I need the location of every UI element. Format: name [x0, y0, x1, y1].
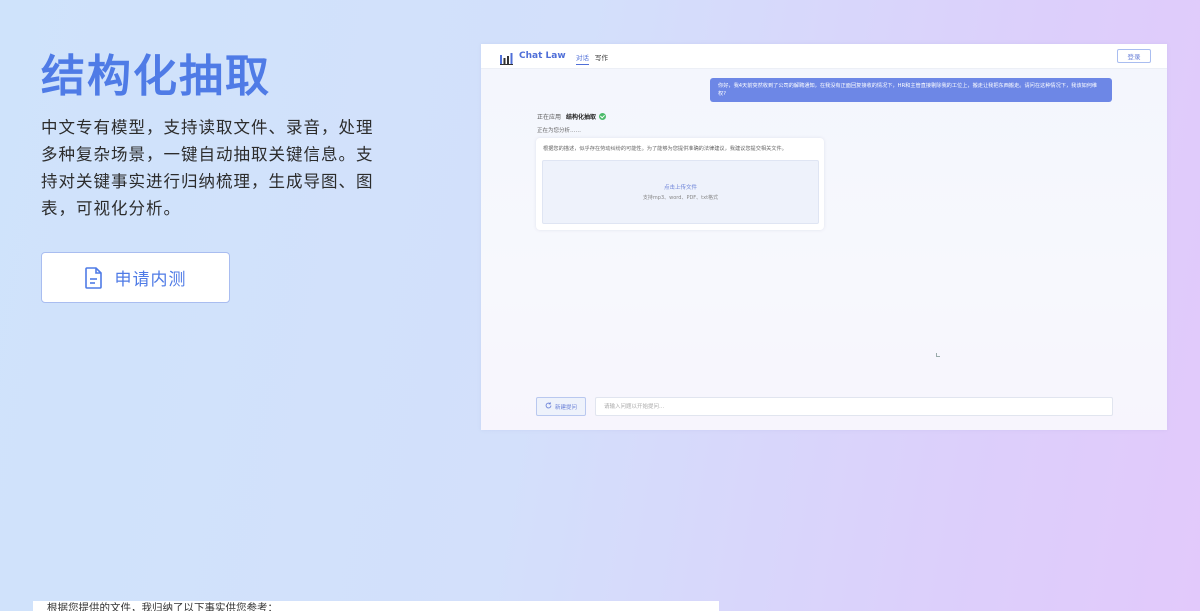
status-prefix: 正在应用 [537, 114, 562, 121]
summary-text: 根据您提供的文件，我归纳了以下事实供您参考： [47, 602, 278, 611]
summary-panel: 根据您提供的文件，我归纳了以下事实供您参考： [33, 601, 719, 611]
apply-beta-label: 申请内测 [114, 270, 187, 290]
user-message-bubble: 你好，我4天前突然收到了公司的解聘通知，在我没有正面回复接收的情况下，HR和主管… [710, 78, 1112, 102]
upload-link[interactable]: 点击上传文件 [664, 183, 697, 191]
preview-header: Chat Law 对话 写作 登录 [481, 44, 1167, 69]
check-circle-icon [599, 113, 607, 120]
status-skill: 结构化抽取 [566, 114, 597, 121]
brand-name: Chat Law [519, 51, 566, 61]
page-title: 结构化抽取 [41, 51, 271, 102]
document-icon [84, 266, 103, 289]
skill-status: 正在应用 结构化抽取 [537, 112, 607, 121]
mouse-cursor-icon [936, 353, 940, 357]
bar-chart-logo-icon [500, 50, 514, 69]
new-question-button[interactable]: 新建提问 [536, 397, 586, 416]
question-input[interactable] [595, 397, 1113, 416]
upload-formats: 支持mp3、word、PDF、txt格式 [642, 195, 719, 201]
hero-description: 中文专有模型，支持读取文件、录音，处理多种复杂场景，一键自动抽取关键信息。支持对… [41, 118, 374, 218]
chat-preview-window: Chat Law 对话 写作 登录 你好，我4天前突然收到了公司的解聘通知，在我… [481, 44, 1167, 430]
new-question-label: 新建提问 [554, 404, 577, 411]
apply-beta-button[interactable]: 申请内测 [41, 252, 230, 303]
ai-reply-text: 根据您的描述，似乎存在劳动纠纷的可能性。为了能够为您提供准确的法律建议，我建议您… [543, 146, 787, 152]
analyzing-text: 正在为您分析…… [537, 128, 582, 134]
tab-writing[interactable]: 写作 [595, 52, 608, 62]
login-button[interactable]: 登录 [1117, 49, 1151, 63]
ai-reply-card: 根据您的描述，似乎存在劳动纠纷的可能性。为了能够为您提供准确的法律建议，我建议您… [536, 138, 824, 230]
refresh-icon [545, 402, 552, 411]
file-upload-zone[interactable]: 点击上传文件 支持mp3、word、PDF、txt格式 [542, 160, 819, 224]
tab-chat[interactable]: 对话 [576, 52, 589, 65]
